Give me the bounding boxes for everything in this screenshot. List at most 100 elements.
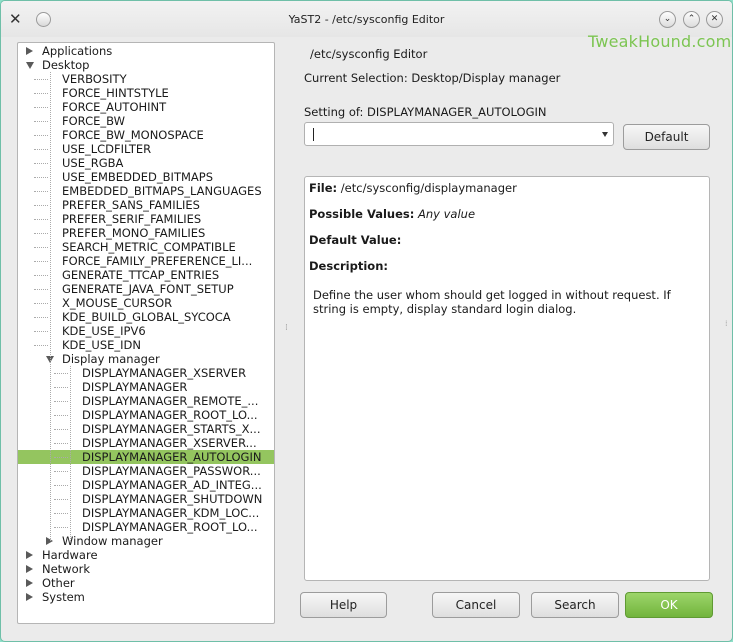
- collapse-arrow-icon[interactable]: [26, 593, 33, 601]
- info-panel: File: /etc/sysconfig/displaymanager Poss…: [304, 176, 710, 581]
- tree-item[interactable]: FORCE_FAMILY_PREFERENCE_LI...: [18, 254, 274, 268]
- tree-item[interactable]: DISPLAYMANAGER_ROOT_LO...: [18, 520, 274, 534]
- tree-item[interactable]: DISPLAYMANAGER_STARTS_X...: [18, 422, 274, 436]
- file-label: File:: [309, 181, 338, 195]
- tree-connector: [54, 373, 68, 374]
- tree-item-label: Network: [42, 562, 91, 576]
- tree-item[interactable]: X_MOUSE_CURSOR: [18, 296, 274, 310]
- tree-item-label: DISPLAYMANAGER_KDM_LOC...: [82, 506, 260, 520]
- page-title: /etc/sysconfig Editor: [310, 47, 428, 61]
- tree-item[interactable]: FORCE_BW: [18, 114, 274, 128]
- tree-item[interactable]: USE_RGBA: [18, 156, 274, 170]
- collapse-arrow-icon[interactable]: [26, 579, 33, 587]
- help-button[interactable]: Help: [300, 592, 387, 618]
- tree-item[interactable]: DISPLAYMANAGER_KDM_LOC...: [18, 506, 274, 520]
- collapse-arrow-icon[interactable]: [26, 47, 33, 55]
- tree-connector: [54, 471, 68, 472]
- tree-connector: [34, 317, 48, 318]
- tree-item[interactable]: DISPLAYMANAGER_XSERVER: [18, 366, 274, 380]
- tree-item-label: FORCE_FAMILY_PREFERENCE_LI...: [62, 254, 253, 268]
- window-title: YaST2 - /etc/sysconfig Editor: [288, 13, 445, 26]
- tree-item-label: PREFER_SERIF_FAMILIES: [62, 212, 202, 226]
- tree-item-label: EMBEDDED_BITMAPS_LANGUAGES: [62, 184, 262, 198]
- tree-item[interactable]: DISPLAYMANAGER_REMOTE_...: [18, 394, 274, 408]
- tree-item-label: Other: [42, 576, 75, 590]
- tree-item[interactable]: DISPLAYMANAGER_AD_INTEG...: [18, 478, 274, 492]
- ok-button[interactable]: OK: [625, 592, 713, 618]
- tree-connector: [54, 401, 68, 402]
- tree-item[interactable]: EMBEDDED_BITMAPS_LANGUAGES: [18, 184, 274, 198]
- tree-item[interactable]: PREFER_SERIF_FAMILIES: [18, 212, 274, 226]
- setting-value-combobox[interactable]: [304, 122, 614, 146]
- tree-item-label: DISPLAYMANAGER_SHUTDOWN: [82, 492, 263, 506]
- resize-handle[interactable]: ⁞: [725, 319, 729, 329]
- tree-item-label: SEARCH_METRIC_COMPATIBLE: [62, 240, 236, 254]
- tree-item[interactable]: FORCE_BW_MONOSPACE: [18, 128, 274, 142]
- tree-item-label: USE_EMBEDDED_BITMAPS: [62, 170, 213, 184]
- tree-item[interactable]: DISPLAYMANAGER: [18, 380, 274, 394]
- tree-connector: [34, 205, 48, 206]
- tree-item[interactable]: GENERATE_JAVA_FONT_SETUP: [18, 282, 274, 296]
- close-icon[interactable]: ✕: [706, 11, 723, 28]
- tree-item-label: GENERATE_TTCAP_ENTRIES: [62, 268, 220, 282]
- tree-item[interactable]: Network: [18, 562, 274, 576]
- tree-connector: [54, 513, 68, 514]
- tree-item[interactable]: KDE_USE_IDN: [18, 338, 274, 352]
- tree-item[interactable]: Applications: [18, 44, 274, 58]
- collapse-arrow-icon[interactable]: [26, 551, 33, 559]
- tree-item[interactable]: KDE_BUILD_GLOBAL_SYCOCA: [18, 310, 274, 324]
- tree-connector: [54, 429, 68, 430]
- tree-item[interactable]: GENERATE_TTCAP_ENTRIES: [18, 268, 274, 282]
- tree-item-label: KDE_BUILD_GLOBAL_SYCOCA: [62, 310, 231, 324]
- cancel-button[interactable]: Cancel: [432, 592, 520, 618]
- tree-item[interactable]: Window manager: [18, 534, 274, 548]
- splitter-handle[interactable]: ⁞: [285, 323, 288, 337]
- tree-connector: [54, 457, 68, 458]
- tree-item[interactable]: PREFER_MONO_FAMILIES: [18, 226, 274, 240]
- tree-connector: [34, 177, 48, 178]
- yast-window: ✕ YaST2 - /etc/sysconfig Editor ⌄ ⌃ ✕ Tw…: [1, 1, 732, 641]
- tree-item[interactable]: SEARCH_METRIC_COMPATIBLE: [18, 240, 274, 254]
- tree-item[interactable]: System: [18, 590, 274, 604]
- tree-item[interactable]: KDE_USE_IPV6: [18, 324, 274, 338]
- tree-connector: [34, 233, 48, 234]
- tree-item-label: DISPLAYMANAGER: [82, 380, 188, 394]
- tree-item-label: DISPLAYMANAGER_XSERVER: [82, 366, 247, 380]
- tree-connector: [34, 219, 48, 220]
- expand-arrow-icon[interactable]: [26, 62, 34, 69]
- tree-item[interactable]: USE_LCDFILTER: [18, 142, 274, 156]
- tree-connector: [54, 499, 68, 500]
- tree-item[interactable]: DISPLAYMANAGER_SHUTDOWN: [18, 492, 274, 506]
- tree-item[interactable]: PREFER_SANS_FAMILIES: [18, 198, 274, 212]
- tree-item-selected[interactable]: DISPLAYMANAGER_AUTOLOGIN: [18, 450, 274, 464]
- tree-connector: [34, 107, 48, 108]
- minimize-icon[interactable]: ⌄: [659, 11, 676, 28]
- tree-item[interactable]: DISPLAYMANAGER_ROOT_LO...: [18, 408, 274, 422]
- tree-item[interactable]: Desktop: [18, 58, 274, 72]
- config-tree[interactable]: Applications Desktop VERBOSITY FORCE_HINTST…: [17, 42, 275, 624]
- tree-connector: [54, 443, 68, 444]
- tree-item-label: DISPLAYMANAGER_ROOT_LO...: [82, 520, 258, 534]
- tree-item[interactable]: Display manager: [18, 352, 274, 366]
- collapse-arrow-icon[interactable]: [26, 565, 33, 573]
- default-button[interactable]: Default: [623, 124, 710, 150]
- tree-connector: [34, 135, 48, 136]
- tree-item[interactable]: FORCE_AUTOHINT: [18, 100, 274, 114]
- tree-item[interactable]: Hardware: [18, 548, 274, 562]
- possible-values-line: Possible Values: Any value: [309, 207, 475, 221]
- tree-item[interactable]: USE_EMBEDDED_BITMAPS: [18, 170, 274, 184]
- description-text: Define the user whom should get logged i…: [313, 288, 671, 316]
- tree-item[interactable]: Other: [18, 576, 274, 590]
- tree-item[interactable]: VERBOSITY: [18, 72, 274, 86]
- tree-item[interactable]: DISPLAYMANAGER_XSERVER...: [18, 436, 274, 450]
- tree-item-label: KDE_USE_IPV6: [62, 324, 146, 338]
- file-line: File: /etc/sysconfig/displaymanager: [309, 181, 517, 195]
- tree-connector: [34, 289, 48, 290]
- maximize-icon[interactable]: ⌃: [683, 11, 700, 28]
- dropdown-arrow-icon[interactable]: [602, 132, 608, 137]
- tree-item[interactable]: DISPLAYMANAGER_PASSWOR...: [18, 464, 274, 478]
- tree-connector: [54, 415, 68, 416]
- search-button[interactable]: Search: [531, 592, 619, 618]
- tree-item[interactable]: FORCE_HINTSTYLE: [18, 86, 274, 100]
- tree-item-label: DISPLAYMANAGER_STARTS_X...: [82, 422, 261, 436]
